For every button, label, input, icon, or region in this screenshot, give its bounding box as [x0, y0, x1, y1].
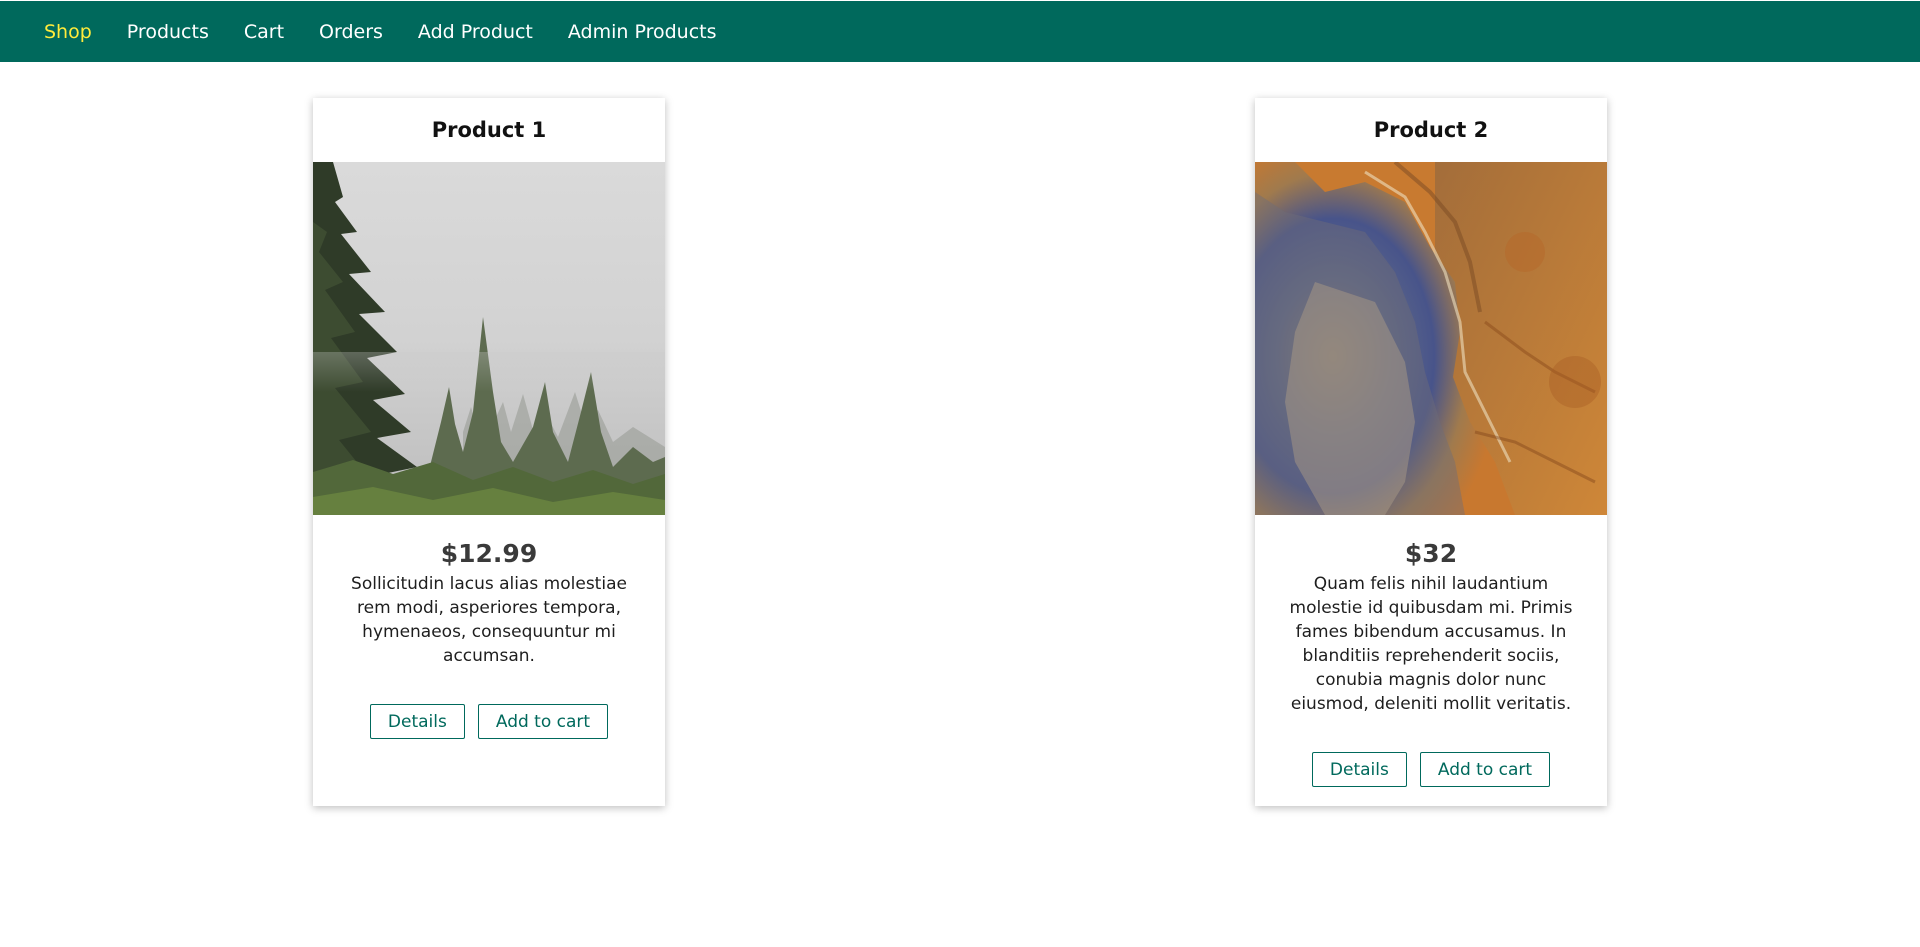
product-actions: Details Add to cart	[313, 704, 665, 739]
product-card: Product 2 $32 Quam felis nihil laudantiu…	[1255, 98, 1607, 806]
mars-crater-image	[1255, 162, 1607, 515]
nav-item-products[interactable]: Products	[127, 21, 209, 43]
nav-item-add-product[interactable]: Add Product	[418, 21, 533, 43]
product-actions: Details Add to cart	[1255, 752, 1607, 787]
product-title: Product 2	[1373, 118, 1489, 142]
details-button[interactable]: Details	[369, 704, 465, 739]
product-title: Product 1	[431, 118, 547, 142]
misty-forest-image	[313, 162, 665, 515]
product-description: Sollicitudin lacus alias molestiae rem m…	[351, 574, 627, 666]
nav-item-admin-products[interactable]: Admin Products	[568, 21, 717, 43]
product-price: $32	[1404, 539, 1458, 568]
add-to-cart-button[interactable]: Add to cart	[1419, 752, 1551, 787]
nav-item-cart[interactable]: Cart	[244, 21, 284, 43]
product-price: $12.99	[440, 539, 538, 568]
main-nav: Shop Products Cart Orders Add Product Ad…	[0, 1, 1920, 62]
product-description: Quam felis nihil laudantium molestie id …	[1289, 574, 1573, 714]
nav-item-orders[interactable]: Orders	[319, 21, 383, 43]
details-button[interactable]: Details	[1311, 752, 1407, 787]
add-to-cart-button[interactable]: Add to cart	[477, 704, 609, 739]
main-header: Shop Products Cart Orders Add Product Ad…	[0, 1, 1920, 62]
nav-item-shop[interactable]: Shop	[44, 21, 92, 43]
product-card: Product 1 $12.99 Sollicitudin lacus alia…	[313, 98, 665, 806]
